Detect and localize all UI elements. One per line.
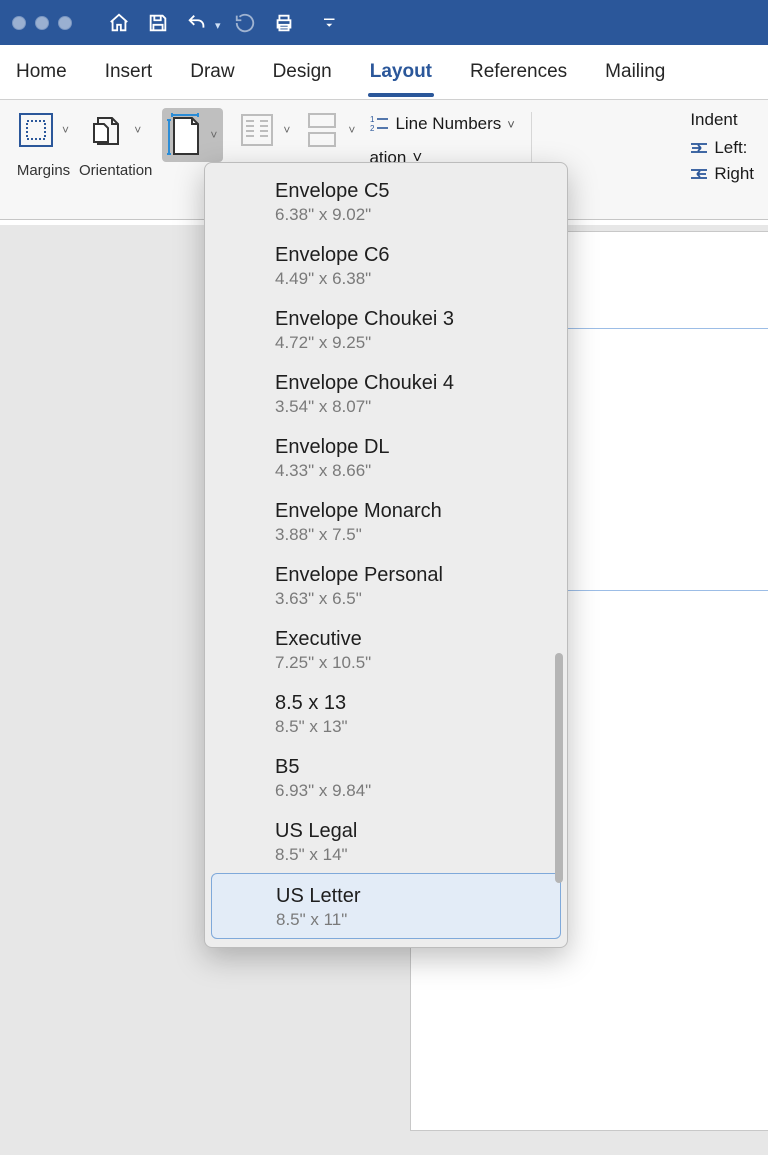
- tab-design[interactable]: Design: [271, 61, 334, 83]
- size-option[interactable]: Envelope C56.38" x 9.02": [205, 169, 567, 233]
- line-numbers-label: Line Numbers: [395, 114, 501, 134]
- size-option-name: Envelope Choukei 4: [275, 371, 551, 396]
- size-option[interactable]: US Legal8.5" x 14": [205, 809, 567, 873]
- size-option[interactable]: Envelope DL4.33" x 8.66": [205, 425, 567, 489]
- size-option-name: B5: [275, 755, 551, 780]
- indent-header: Indent: [690, 110, 754, 130]
- size-option[interactable]: Envelope Choukei 43.54" x 8.07": [205, 361, 567, 425]
- orientation-button[interactable]: ˅ Orientation: [79, 108, 152, 179]
- indent-left-row[interactable]: Left:: [690, 138, 754, 158]
- size-option[interactable]: Executive7.25" x 10.5": [205, 617, 567, 681]
- size-option-name: Envelope C6: [275, 243, 551, 268]
- size-option-name: Envelope Personal: [275, 563, 551, 588]
- size-option-dimensions: 8.5" x 13": [275, 717, 551, 737]
- size-option-name: US Legal: [275, 819, 551, 844]
- size-option-dimensions: 8.5" x 11": [276, 910, 544, 930]
- size-option[interactable]: Envelope Personal3.63" x 6.5": [205, 553, 567, 617]
- maximize-window-button[interactable]: [58, 16, 72, 30]
- customize-qat-icon[interactable]: [321, 8, 339, 38]
- indent-right-label: Right: [714, 164, 754, 184]
- minimize-window-button[interactable]: [35, 16, 49, 30]
- size-option[interactable]: B56.93" x 9.84": [205, 745, 567, 809]
- undo-dropdown-icon[interactable]: ▾: [215, 19, 221, 32]
- size-option[interactable]: Envelope C64.49" x 6.38": [205, 233, 567, 297]
- line-numbers-button[interactable]: 12 Line Numbers ˅: [369, 114, 514, 134]
- page-size-menu: Envelope C56.38" x 9.02"Envelope C64.49"…: [204, 162, 568, 948]
- size-option[interactable]: US Letter8.5" x 11": [211, 873, 561, 939]
- print-icon[interactable]: [269, 8, 299, 38]
- ribbon-tabs: Home Insert Draw Design Layout Reference…: [0, 45, 768, 100]
- tab-home[interactable]: Home: [14, 61, 69, 83]
- size-option-name: Executive: [275, 627, 551, 652]
- size-option[interactable]: 8.5 x 138.5" x 13": [205, 681, 567, 745]
- size-option-name: 8.5 x 13: [275, 691, 551, 716]
- size-option-dimensions: 4.72" x 9.25": [275, 333, 551, 353]
- title-bar: ▾: [0, 0, 768, 45]
- orientation-label: Orientation: [79, 162, 152, 179]
- save-icon[interactable]: [143, 8, 173, 38]
- size-option-dimensions: 4.49" x 6.38": [275, 269, 551, 289]
- chevron-down-icon: ˅: [58, 123, 73, 137]
- indent-left-label: Left:: [714, 138, 747, 158]
- size-option-dimensions: 6.93" x 9.84": [275, 781, 551, 801]
- tab-layout[interactable]: Layout: [368, 61, 434, 83]
- svg-text:1: 1: [370, 115, 375, 124]
- margins-button[interactable]: ˅ Margins: [14, 108, 73, 179]
- tab-mailings[interactable]: Mailing: [603, 61, 667, 83]
- size-option-dimensions: 4.33" x 8.66": [275, 461, 551, 481]
- size-option[interactable]: Envelope Monarch3.88" x 7.5": [205, 489, 567, 553]
- breaks-button[interactable]: ˅: [300, 108, 359, 152]
- window-controls: [12, 16, 72, 30]
- size-option-name: Envelope DL: [275, 435, 551, 460]
- indent-group: Indent Left: Right: [690, 108, 754, 184]
- columns-button[interactable]: ˅: [235, 108, 294, 152]
- tab-insert[interactable]: Insert: [103, 61, 155, 83]
- redo-icon[interactable]: [230, 8, 260, 38]
- scrollbar-thumb[interactable]: [555, 653, 563, 883]
- chevron-down-icon: ˅: [344, 123, 359, 137]
- size-option-dimensions: 8.5" x 14": [275, 845, 551, 865]
- size-option-dimensions: 6.38" x 9.02": [275, 205, 551, 225]
- size-option-dimensions: 3.88" x 7.5": [275, 525, 551, 545]
- size-button[interactable]: ˅: [162, 108, 223, 162]
- home-icon[interactable]: [104, 8, 134, 38]
- size-option-name: Envelope Choukei 3: [275, 307, 551, 332]
- undo-icon[interactable]: [182, 8, 212, 38]
- chevron-down-icon: ˅: [507, 117, 515, 132]
- tab-references[interactable]: References: [468, 61, 569, 83]
- close-window-button[interactable]: [12, 16, 26, 30]
- tab-draw[interactable]: Draw: [188, 61, 236, 83]
- size-option-name: Envelope Monarch: [275, 499, 551, 524]
- chevron-down-icon: ˅: [206, 128, 221, 142]
- svg-text:2: 2: [370, 124, 375, 133]
- margins-label: Margins: [17, 162, 70, 179]
- size-option[interactable]: Envelope Choukei 34.72" x 9.25": [205, 297, 567, 361]
- size-option-dimensions: 7.25" x 10.5": [275, 653, 551, 673]
- size-option-dimensions: 3.54" x 8.07": [275, 397, 551, 417]
- size-option-dimensions: 3.63" x 6.5": [275, 589, 551, 609]
- chevron-down-icon: ˅: [130, 123, 145, 137]
- indent-right-row[interactable]: Right: [690, 164, 754, 184]
- chevron-down-icon: ˅: [279, 123, 294, 137]
- size-option-name: Envelope C5: [275, 179, 551, 204]
- size-option-name: US Letter: [276, 884, 544, 909]
